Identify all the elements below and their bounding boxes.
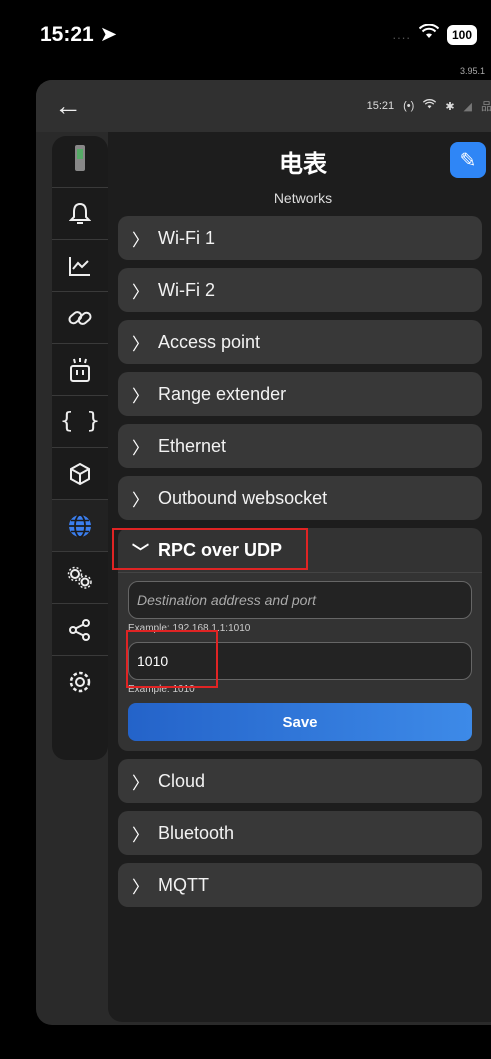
chevron-right-icon: 〉 [132, 230, 149, 250]
signal-dots: .... [392, 27, 411, 42]
chevron-right-icon: 〉 [132, 773, 149, 793]
rpc-over-udp-form: Example: 192.168.1.1:1010 Example: 1010 … [118, 573, 482, 741]
sidebar-item-advanced[interactable] [52, 552, 108, 604]
code-braces-icon: { } [60, 409, 100, 434]
app-window: ← 15:21 (•) ✱ ◢ 品 {} 电表 ✎ Networks 〉 Wi… [36, 80, 491, 1025]
network-item-rpc-over-udp: ﹀ RPC over UDP Example: 192.168.1.1:1010… [112, 528, 482, 751]
network-list: 〉 Wi-Fi 1 〉 Wi-Fi 2 〉 Access point 〉 Range e… [112, 216, 482, 915]
device-title: 电表 [279, 151, 327, 178]
back-arrow-icon[interactable]: ← [54, 90, 82, 122]
chevron-right-icon: 〉 [132, 438, 149, 458]
network-item-bluetooth[interactable]: 〉 Bluetooth [118, 811, 482, 855]
status-time: 15:21 ➤ [40, 23, 118, 46]
chevron-right-icon: 〉 [132, 282, 149, 302]
status-icons: .... 100 [392, 23, 477, 45]
port-field-wrap [126, 630, 472, 688]
location-arrow-icon: ➤ [99, 23, 118, 46]
chevron-right-icon: 〉 [132, 386, 149, 406]
chevron-right-icon: 〉 [132, 334, 149, 354]
network-item-outbound-websocket[interactable]: 〉 Outbound websocket [118, 476, 482, 520]
sidebar-item-code[interactable]: { } [52, 396, 108, 448]
sidebar-item-links[interactable] [52, 292, 108, 344]
broadcast-icon: (•) [403, 100, 415, 112]
app-header: ← 15:21 (•) ✱ ◢ 品 [36, 80, 491, 132]
network-item-range-extender[interactable]: 〉 Range extender [118, 372, 482, 416]
sidebar: { } [52, 136, 108, 760]
network-item-mqtt[interactable]: 〉 MQTT [118, 863, 482, 907]
save-button[interactable]: Save [128, 703, 472, 741]
bluetooth-icon: ✱ [445, 100, 455, 113]
link-icon [68, 310, 92, 325]
network-item-ethernet[interactable]: 〉 Ethernet [118, 424, 482, 468]
share-icon [69, 618, 90, 641]
pencil-icon: ✎ [459, 149, 477, 172]
cube-icon [70, 462, 90, 485]
globe-icon [69, 513, 91, 538]
settings-icon [69, 671, 91, 693]
red-highlight-box [112, 528, 308, 570]
app-version: 3.95.1 [459, 66, 485, 76]
networks-panel: 电表 ✎ Networks 〉 Wi-Fi 1 〉 Wi-Fi 2 〉 Access … [108, 132, 491, 1022]
chevron-right-icon: 〉 [132, 877, 149, 897]
destination-address-input[interactable] [128, 581, 472, 619]
ethernet-icon: 品 [481, 101, 491, 113]
chevron-right-icon: 〉 [132, 490, 149, 510]
wifi-icon [418, 23, 440, 45]
sidebar-item-networks[interactable] [52, 500, 108, 552]
sidebar-item-charts[interactable] [52, 240, 108, 292]
app-status-icons: 15:21 (•) ✱ ◢ 品 [367, 98, 491, 114]
network-item-wifi2[interactable]: 〉 Wi-Fi 2 [118, 268, 482, 312]
device-thumbnail-icon [73, 145, 87, 178]
chart-icon [69, 256, 90, 276]
red-highlight-box [126, 630, 218, 688]
cellular-icon: ◢ [463, 100, 472, 113]
app-time: 15:21 [366, 100, 395, 112]
sidebar-item-share[interactable] [52, 604, 108, 656]
network-item-wifi1[interactable]: 〉 Wi-Fi 1 [118, 216, 482, 260]
edit-button[interactable]: ✎ [450, 142, 486, 178]
gears-icon [67, 566, 92, 589]
sidebar-item-device[interactable] [52, 136, 108, 188]
chevron-right-icon: 〉 [132, 825, 149, 845]
wifi-small-icon [423, 99, 437, 113]
script-icon [70, 357, 90, 382]
network-item-access-point[interactable]: 〉 Access point [118, 320, 482, 364]
phone-status-bar: 15:21 ➤ .... 100 3.95.1 [0, 0, 491, 76]
sidebar-item-scripts[interactable] [52, 344, 108, 396]
battery-indicator: 100 [446, 24, 477, 45]
section-title: Networks [273, 190, 333, 206]
network-item-cloud[interactable]: 〉 Cloud [118, 759, 482, 803]
sidebar-item-components[interactable] [52, 448, 108, 500]
sidebar-item-alerts[interactable] [52, 188, 108, 240]
bell-icon [69, 202, 91, 224]
sidebar-item-settings[interactable] [52, 656, 108, 708]
rpc-over-udp-header[interactable]: ﹀ RPC over UDP [112, 528, 482, 573]
